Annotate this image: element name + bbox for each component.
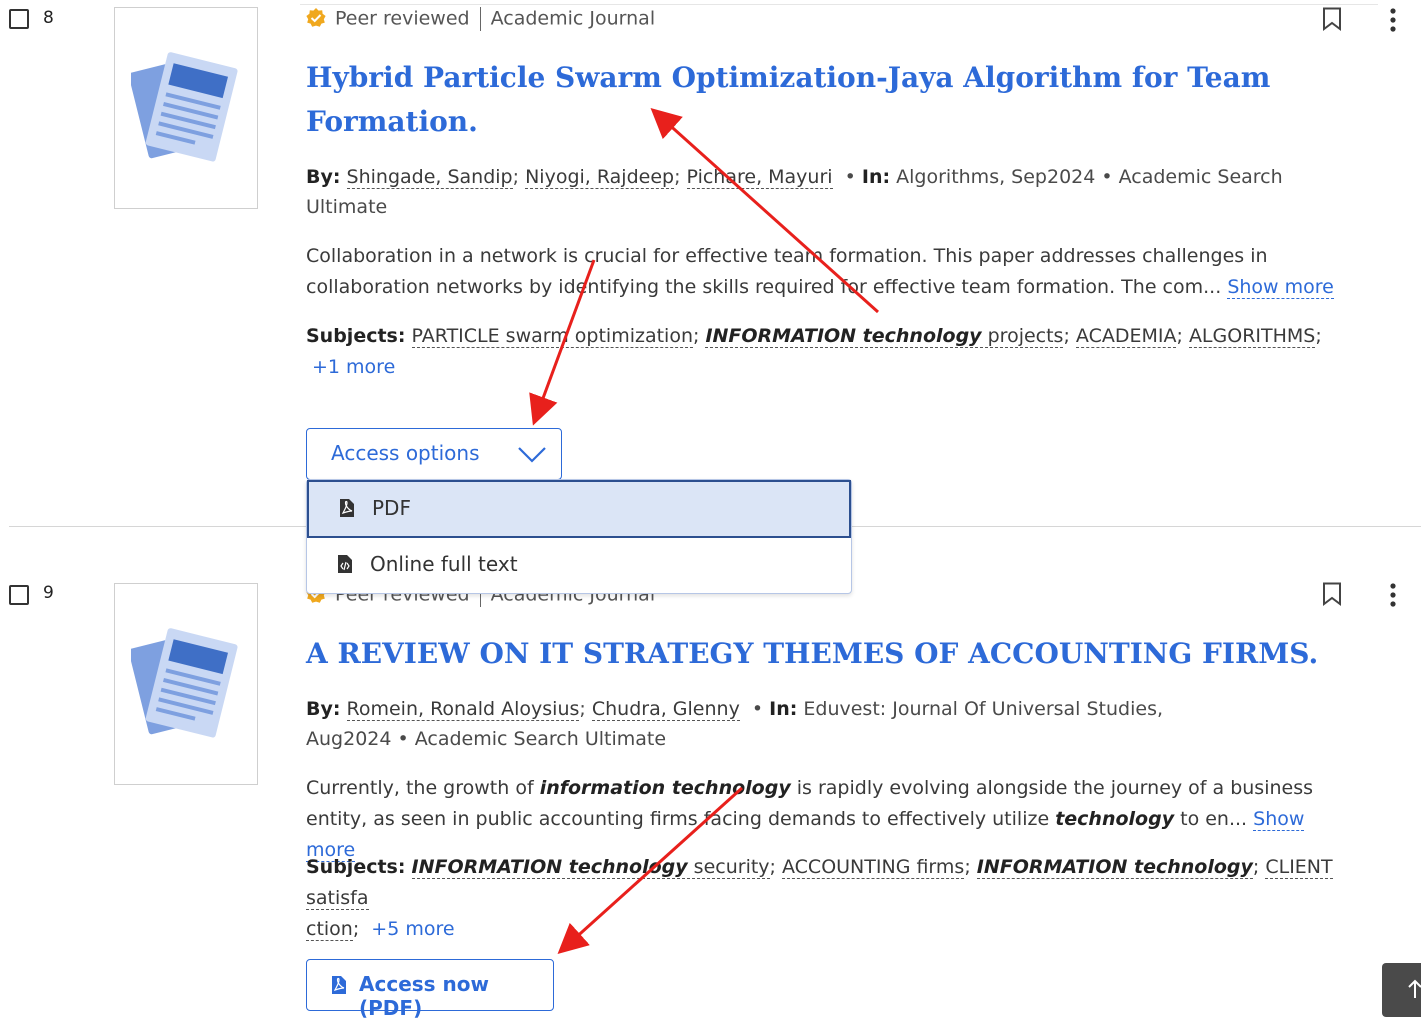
abstract-text: is rapidly evolving alongside the journe… <box>790 777 1314 799</box>
access-now-pdf-button[interactable]: Access now (PDF) <box>306 959 554 1020</box>
access-now-label: Access now (PDF) <box>359 972 489 1020</box>
subject-link[interactable]: ACADEMIA <box>1075 325 1177 348</box>
byline: By: Shingade, Sandip; Niyogi, Rajdeep; P… <box>306 166 1283 218</box>
more-subjects-link[interactable]: +5 more <box>371 918 454 940</box>
chevron-down-icon <box>518 447 546 463</box>
result-title[interactable]: A REVIEW ON IT STRATEGY THEMES OF ACCOUN… <box>306 632 1318 676</box>
pdf-file-icon <box>340 499 354 517</box>
subject-highlight: INFORMATION technology <box>976 856 1253 878</box>
byline: By: Romein, Ronald Aloysius; Chudra, Gle… <box>306 698 1164 750</box>
more-vertical-icon[interactable] <box>1385 582 1401 608</box>
abstract: Collaboration in a network is crucial fo… <box>306 241 1346 303</box>
result-number: 8 <box>43 8 54 28</box>
result-title-line-1: Hybrid Particle Swarm Optimization-Jaya … <box>306 61 1271 94</box>
author-link[interactable]: Pichare, Mayuri <box>686 166 833 189</box>
source-line-2: Aug2024 • Academic Search Ultimate <box>306 728 667 750</box>
menu-item-pdf[interactable]: PDF <box>307 480 851 538</box>
subject-link[interactable]: PARTICLE swarm optimization <box>411 325 693 348</box>
arrow-up-icon <box>1408 979 1421 998</box>
subjects: Subjects: PARTICLE swarm optimization; I… <box>306 325 1322 378</box>
in-label: In: <box>769 698 798 720</box>
access-options-button[interactable]: Access options <box>306 428 562 480</box>
subject-link[interactable]: ction <box>306 918 353 941</box>
top-separator <box>300 4 1378 5</box>
abstract-text: entity, as seen in public accounting fir… <box>306 808 1056 830</box>
subject-highlight: INFORMATION technology <box>705 325 982 347</box>
subject-link[interactable]: ALGORITHMS <box>1188 325 1316 348</box>
html-file-icon <box>338 555 352 573</box>
menu-item-label: PDF <box>372 496 411 520</box>
source-line-2: Ultimate <box>306 196 388 218</box>
more-subjects-link[interactable]: +1 more <box>312 356 395 378</box>
subject-rest: projects <box>981 325 1064 347</box>
subject-link[interactable]: INFORMATION technology <box>976 856 1253 879</box>
subjects: Subjects: INFORMATION technology securit… <box>306 856 1333 941</box>
subject-link[interactable]: INFORMATION technology security <box>411 856 770 879</box>
more-vertical-icon[interactable] <box>1385 7 1401 33</box>
result-title-line-1: A REVIEW ON IT STRATEGY THEMES OF ACCOUN… <box>306 637 1319 670</box>
result-meta: Peer reviewed Academic Journal <box>306 7 655 31</box>
subject-highlight: INFORMATION technology <box>411 856 688 878</box>
access-options-label: Access options <box>331 441 480 465</box>
document-thumbnail-icon <box>131 628 238 738</box>
abstract-highlight: information technology <box>539 777 791 799</box>
author-link[interactable]: Niyogi, Rajdeep <box>525 166 675 189</box>
subjects-label: Subjects: <box>306 325 406 347</box>
source-line-1: Eduvest: Journal Of Universal Studies, <box>803 698 1164 720</box>
document-thumbnail-icon <box>131 52 238 162</box>
menu-item-label: Online full text <box>370 552 518 576</box>
by-label: By: <box>306 698 341 720</box>
pdf-file-icon <box>332 976 346 994</box>
bookmark-icon[interactable] <box>1322 582 1342 606</box>
document-thumbnail[interactable] <box>114 583 258 785</box>
peer-reviewed-label: Peer reviewed <box>335 7 470 30</box>
bookmark-icon[interactable] <box>1322 7 1342 31</box>
select-checkbox[interactable] <box>9 9 29 29</box>
author-link[interactable]: Romein, Ronald Aloysius <box>346 698 580 721</box>
document-thumbnail[interactable] <box>114 7 258 209</box>
subject-rest: security <box>687 856 770 878</box>
abstract-text: to en... <box>1174 808 1248 830</box>
result-title-line-2: Formation. <box>306 105 478 138</box>
scroll-to-top-button[interactable] <box>1382 963 1421 1017</box>
select-checkbox[interactable] <box>9 585 29 605</box>
meta-separator <box>479 7 481 31</box>
in-label: In: <box>861 166 891 188</box>
source-line-1: Algorithms, Sep2024 • Academic Search <box>896 166 1283 188</box>
menu-item-online-full-text[interactable]: Online full text <box>307 538 851 594</box>
author-link[interactable]: Chudra, Glenny <box>591 698 740 721</box>
subjects-label: Subjects: <box>306 856 406 878</box>
abstract-line-1: Collaboration in a network is crucial fo… <box>306 245 1268 267</box>
subject-link[interactable]: INFORMATION technology projects <box>705 325 1064 348</box>
result-title[interactable]: Hybrid Particle Swarm Optimization-Jaya … <box>306 56 1270 144</box>
subject-link[interactable]: ACCOUNTING firms <box>782 856 965 879</box>
author-link[interactable]: Shingade, Sandip <box>346 166 513 189</box>
abstract-line-2: collaboration networks by identifying th… <box>306 276 1222 298</box>
show-more-link[interactable]: Show more <box>1227 276 1334 299</box>
abstract-text: Currently, the growth of <box>306 777 540 799</box>
result-number: 9 <box>43 583 54 603</box>
access-options-menu: PDF Online full text <box>306 479 852 594</box>
publication-type-label: Academic Journal <box>490 7 656 30</box>
peer-reviewed-badge-icon <box>306 7 326 27</box>
abstract-highlight: technology <box>1055 808 1175 830</box>
by-label: By: <box>306 166 341 188</box>
